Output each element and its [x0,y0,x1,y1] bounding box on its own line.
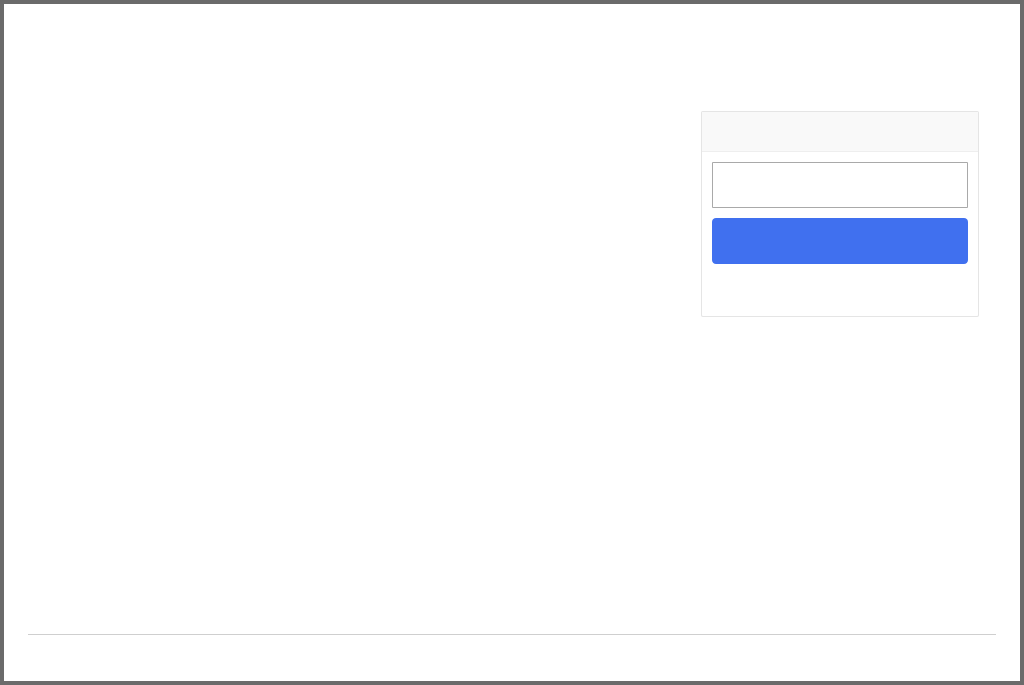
submit-button[interactable] [712,218,968,264]
card-body [702,152,978,264]
form-card [701,111,979,317]
text-input[interactable] [712,162,968,208]
horizontal-divider [28,634,996,635]
card-header [702,112,978,152]
page-viewport [4,4,1020,681]
